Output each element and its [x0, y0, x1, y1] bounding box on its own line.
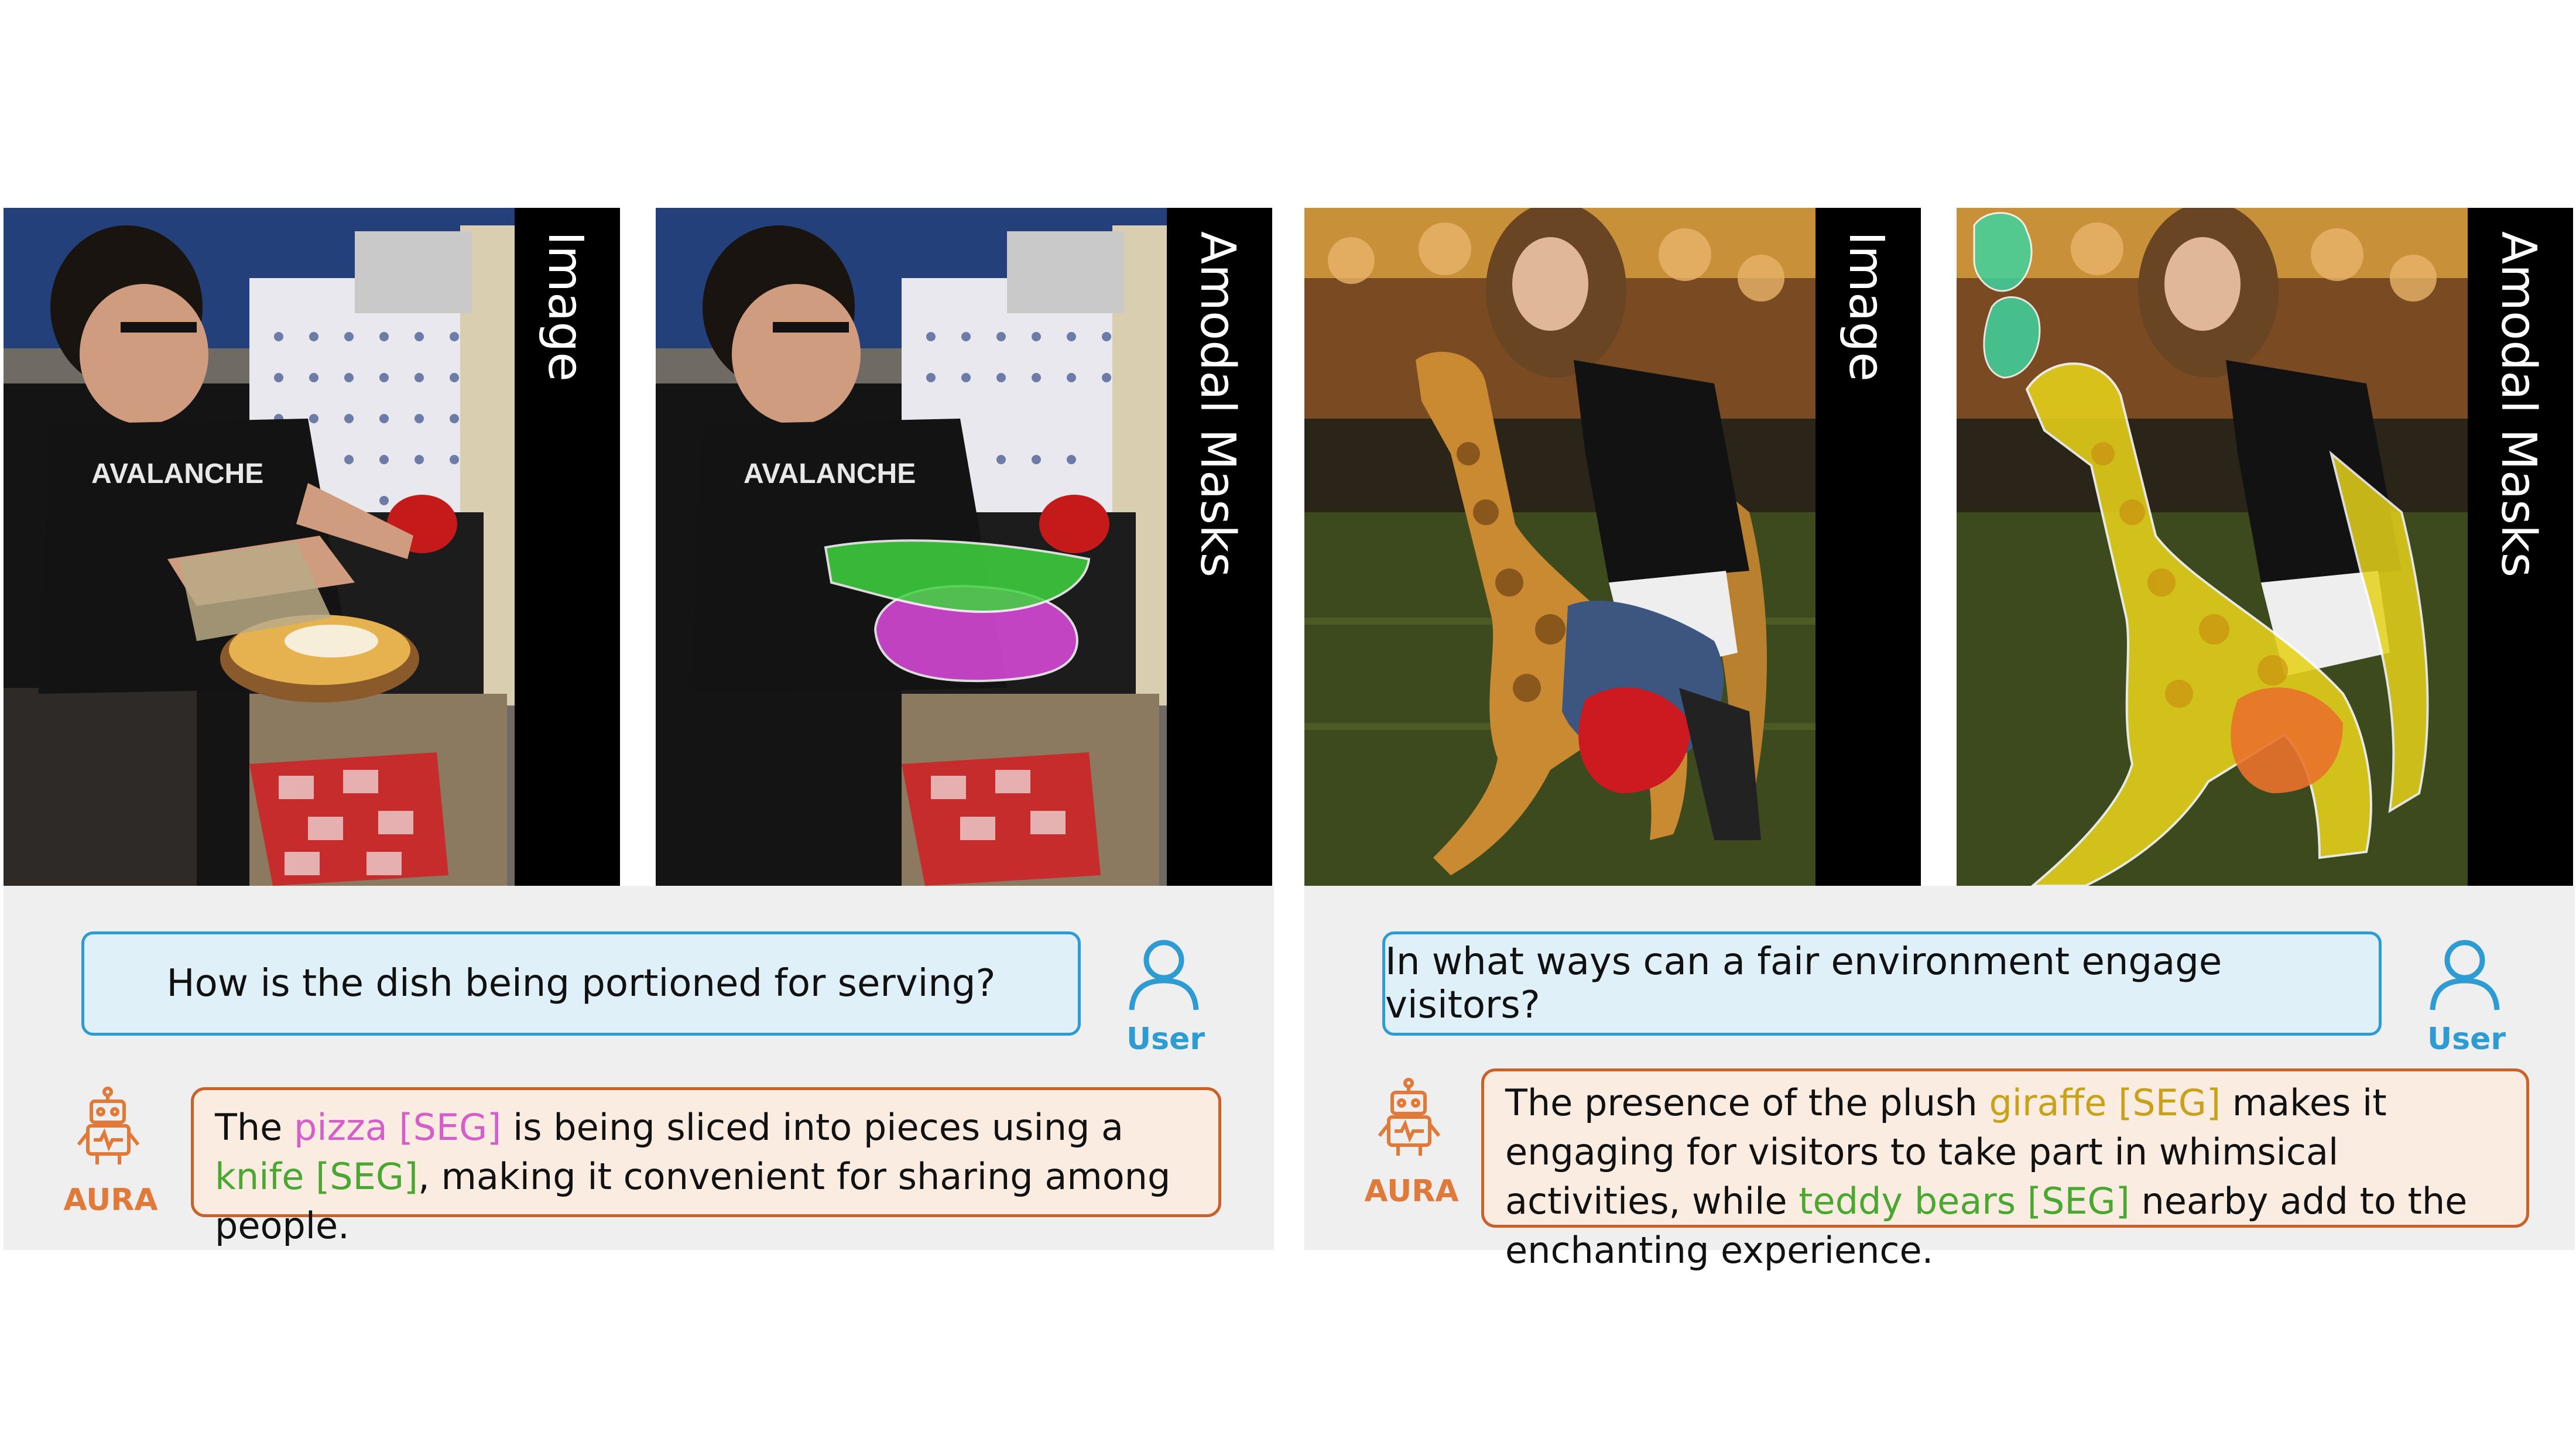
user-icon: [1129, 940, 1199, 1010]
mask-label-bar: Amodal Masks: [2468, 208, 2573, 886]
user-icon: [2430, 940, 2500, 1010]
fair-photo-amodal-masks: Amodal Masks: [1957, 208, 2573, 886]
svg-text:AVALANCHE: AVALANCHE: [91, 458, 263, 489]
example-panel-giraffe: Image Amodal Masks In what ways can a fa…: [1304, 208, 2575, 1272]
user-question: How is the dish being portioned for serv…: [81, 931, 1081, 1036]
user-label: User: [2427, 1022, 2506, 1057]
mask-label-bar: Amodal Masks: [1167, 208, 1272, 886]
mask-label: Amodal Masks: [1190, 231, 1245, 578]
robot-icon: [77, 1087, 140, 1164]
svg-text:AVALANCHE: AVALANCHE: [744, 458, 916, 489]
answer-text: The: [215, 1106, 294, 1149]
answer-object-knife: knife [SEG]: [215, 1155, 419, 1198]
assistant-label: AURA: [63, 1183, 158, 1218]
user-label: User: [1126, 1022, 1205, 1057]
assistant-answer: The presence of the plush giraffe [SEG] …: [1481, 1068, 2529, 1272]
fair-photo: Image: [1304, 208, 1921, 886]
kitchen-photo: AVALANCHE Image: [4, 208, 620, 886]
image-label-bar: Image: [1815, 208, 1921, 886]
answer-object-giraffe: giraffe [SEG]: [1989, 1081, 2221, 1124]
example-panel-pizza: AVALANCHE Image AVALANCHE Amodal Masks H…: [4, 208, 1274, 1250]
robot-icon: [1378, 1078, 1441, 1156]
answer-object-pizza: pizza [SEG]: [294, 1106, 502, 1149]
image-label-bar: Image: [515, 208, 620, 886]
mask-label: Amodal Masks: [2491, 231, 2546, 578]
user-question: In what ways can a fair environment enga…: [1382, 931, 2382, 1036]
answer-text: is being sliced into pieces using a: [501, 1106, 1124, 1149]
image-label: Image: [1838, 231, 1894, 382]
assistant-label: AURA: [1364, 1174, 1459, 1209]
answer-text: The presence of the plush: [1505, 1081, 1989, 1124]
kitchen-photo-amodal-masks: AVALANCHE Amodal Masks: [656, 208, 1272, 886]
assistant-answer: The pizza [SEG] is being sliced into pie…: [191, 1087, 1221, 1247]
image-label: Image: [537, 231, 593, 382]
answer-object-teddy-bears: teddy bears [SEG]: [1799, 1180, 2130, 1222]
